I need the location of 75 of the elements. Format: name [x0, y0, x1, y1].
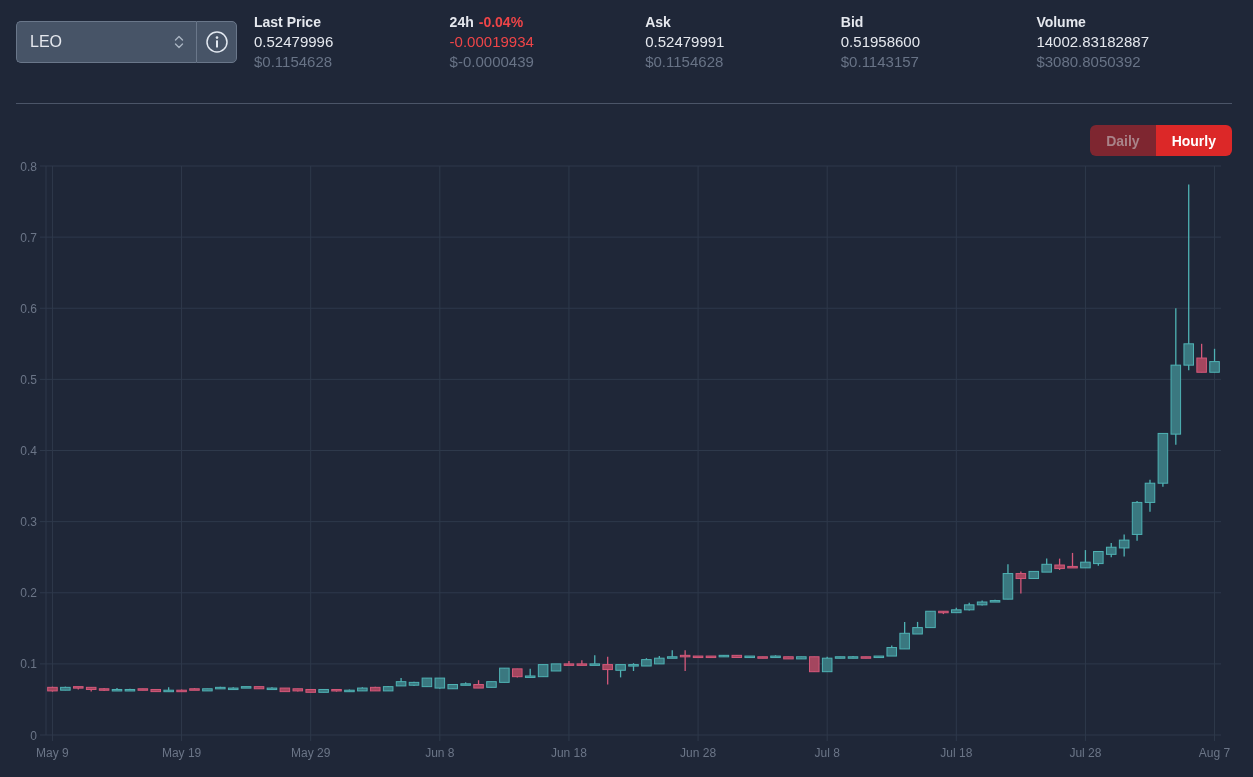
candlestick	[1093, 550, 1104, 567]
stat-usd-value: $0.1154628	[645, 52, 724, 72]
candlestick	[473, 679, 484, 689]
y-axis-label: 0.6	[20, 301, 37, 316]
candlestick	[1080, 549, 1091, 569]
x-axis-label: Jun 28	[680, 746, 717, 760]
candlestick	[357, 686, 368, 692]
candlestick	[809, 656, 820, 673]
candlestick	[176, 688, 187, 693]
stat-label: Ask	[645, 13, 671, 32]
candlestick	[654, 655, 665, 665]
stat-value: 0.52479991	[645, 32, 725, 52]
x-axis-label: May 19	[161, 746, 202, 760]
x-axis-label: Jun 18	[550, 746, 587, 760]
x-axis-label: Jul 28	[1069, 746, 1102, 760]
candlestick	[796, 656, 807, 660]
candlestick	[189, 687, 200, 691]
chevron-up-down-icon	[174, 34, 184, 50]
candlestick	[925, 610, 936, 629]
y-axis-label: 0.3	[20, 515, 37, 530]
stat-label: Bid	[840, 13, 864, 32]
candlestick	[963, 602, 975, 612]
candlestick	[460, 681, 471, 686]
x-axis-label: Aug 7	[1198, 746, 1231, 760]
x-axis-label: May 9	[36, 746, 69, 760]
candlestick	[641, 657, 652, 667]
info-icon	[205, 31, 228, 53]
stat-value: 0.52479996	[254, 32, 334, 52]
candlestick	[1209, 348, 1220, 373]
candlestick	[202, 688, 213, 692]
stat-label: 24h	[449, 13, 474, 32]
candlestick	[499, 667, 510, 683]
candlestick	[60, 686, 71, 691]
stat-value: -0.00019934	[449, 32, 534, 52]
y-axis-label: 0.2	[20, 586, 37, 601]
stat-usd-value: $0.1154628	[254, 52, 333, 72]
stat-usd-value: $0.1143157	[840, 52, 919, 72]
candlestick	[783, 656, 794, 660]
candlestick	[615, 663, 626, 679]
y-axis-label: 0.7	[20, 230, 37, 245]
stat-usd-value: $3080.8050392	[1036, 52, 1141, 72]
stat-label: Volume	[1036, 13, 1086, 32]
candlestick	[912, 621, 923, 635]
candlestick	[318, 688, 329, 693]
candlestick	[757, 656, 768, 659]
x-axis-label: Jul 18	[940, 746, 973, 760]
stat-value: 0.51958600	[840, 32, 921, 52]
candlestick	[512, 668, 523, 679]
candlestick	[47, 686, 58, 693]
candlestick	[899, 621, 910, 650]
interval-tab[interactable]: Hourly	[1155, 125, 1232, 156]
change-percent: -0.04%	[478, 13, 524, 32]
x-axis-label: Jul 8	[814, 746, 840, 760]
candlestick	[1067, 552, 1078, 569]
interval-tab[interactable]: Daily	[1090, 125, 1156, 156]
stat-value: 14002.83182887	[1036, 32, 1149, 52]
candlestick	[331, 688, 342, 693]
candlestick	[344, 688, 355, 693]
candlestick	[1196, 343, 1207, 373]
stat-label: Last Price	[254, 13, 321, 32]
candlestick	[486, 681, 497, 688]
info-button[interactable]	[196, 21, 237, 63]
candlestick	[770, 654, 781, 659]
x-axis-label: May 29	[291, 746, 331, 760]
candlestick	[628, 662, 639, 672]
candlestick	[938, 610, 949, 615]
y-axis-label: 0.4	[20, 444, 37, 458]
y-axis-label: 0.5	[20, 372, 37, 387]
x-axis-label: Jun 8	[425, 746, 455, 760]
y-axis-label: 0.1	[20, 657, 37, 672]
candlestick	[1054, 557, 1065, 571]
y-axis-label: 0	[30, 728, 37, 743]
y-axis-label: 0.8	[20, 160, 37, 174]
stat-usd-value: $-0.0000439	[449, 52, 534, 72]
token-select[interactable]: LEO	[16, 21, 196, 63]
